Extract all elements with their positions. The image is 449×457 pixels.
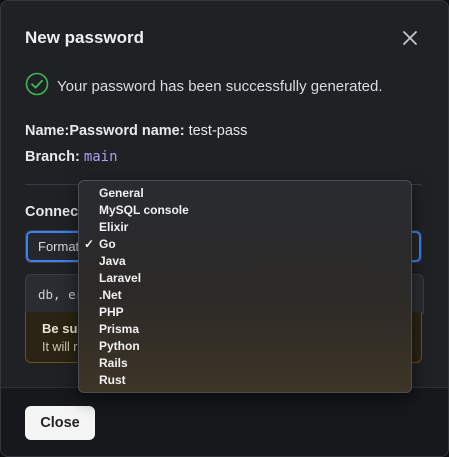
dropdown-option-rails[interactable]: Rails bbox=[79, 355, 411, 372]
format-dropdown-menu: General MySQL console Elixir ✓ Go Java La… bbox=[78, 180, 412, 393]
connect-heading: Connect bbox=[25, 204, 83, 220]
dropdown-option-rust[interactable]: Rust bbox=[79, 372, 411, 389]
dropdown-option-label: Java bbox=[99, 254, 126, 268]
dropdown-option-label: Rust bbox=[99, 373, 126, 387]
dropdown-option-label: PHP bbox=[99, 305, 124, 319]
warning-text: It will r bbox=[42, 340, 78, 354]
success-text: Your password has been successfully gene… bbox=[57, 78, 383, 95]
branch-label: Branch: bbox=[25, 149, 80, 165]
close-button[interactable]: Close bbox=[25, 406, 95, 440]
dropdown-option-elixir[interactable]: Elixir bbox=[79, 219, 411, 236]
format-select-label: Format bbox=[38, 239, 80, 254]
warning-title: Be sur bbox=[42, 321, 83, 336]
dropdown-option-label: Go bbox=[99, 237, 116, 251]
dropdown-option-php[interactable]: PHP bbox=[79, 304, 411, 321]
dropdown-option-label: Python bbox=[99, 339, 140, 353]
dropdown-option-label: MySQL console bbox=[99, 203, 189, 217]
dropdown-option-label: Elixir bbox=[99, 220, 129, 234]
checkmark-icon: ✓ bbox=[84, 237, 95, 251]
password-name-value: test-pass bbox=[188, 123, 248, 139]
dropdown-option-label: Laravel bbox=[99, 271, 142, 285]
dropdown-option-dotnet[interactable]: .Net bbox=[79, 287, 411, 304]
dropdown-option-label: .Net bbox=[99, 288, 122, 302]
dropdown-option-laravel[interactable]: Laravel bbox=[79, 270, 411, 287]
branch-value: main bbox=[83, 149, 118, 165]
code-snippet: db, er bbox=[38, 287, 84, 302]
check-circle-icon bbox=[25, 72, 49, 101]
dropdown-option-java[interactable]: Java bbox=[79, 253, 411, 270]
dropdown-option-prisma[interactable]: Prisma bbox=[79, 321, 411, 338]
dropdown-option-label: General bbox=[99, 186, 144, 200]
modal-title: New password bbox=[25, 28, 145, 47]
password-name-row: Name:Password name: test-pass bbox=[25, 123, 247, 139]
dropdown-option-mysql-console[interactable]: MySQL console bbox=[79, 202, 411, 219]
close-icon[interactable] bbox=[399, 27, 421, 49]
success-message: Your password has been successfully gene… bbox=[25, 72, 382, 101]
password-name-label: Name:Password name: bbox=[25, 123, 185, 139]
dropdown-option-label: Rails bbox=[99, 356, 128, 370]
dropdown-option-python[interactable]: Python bbox=[79, 338, 411, 355]
dropdown-option-go[interactable]: ✓ Go bbox=[79, 236, 411, 253]
branch-row: Branch: main bbox=[25, 149, 118, 165]
dropdown-option-general[interactable]: General bbox=[79, 185, 411, 202]
dropdown-option-label: Prisma bbox=[99, 322, 140, 336]
